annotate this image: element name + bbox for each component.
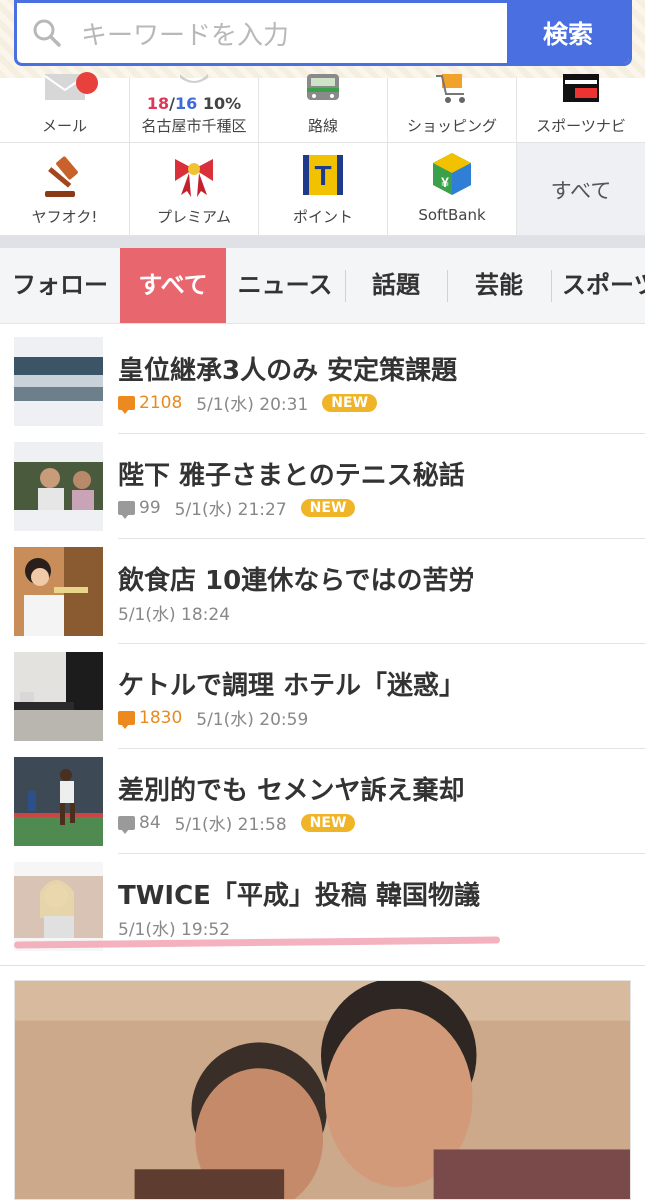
service-premium[interactable]: プレミアム bbox=[130, 143, 259, 236]
mail-badge bbox=[76, 72, 98, 94]
news-meta: 1830 5/1(水) 20:59 bbox=[118, 705, 322, 730]
comment-number: 84 bbox=[139, 812, 161, 833]
new-badge: NEW bbox=[300, 498, 356, 517]
service-label: SoftBank bbox=[418, 206, 486, 224]
service-all-label: すべて bbox=[550, 179, 612, 203]
premium-ribbon-icon bbox=[175, 159, 213, 197]
auction-gavel-icon bbox=[44, 156, 78, 197]
service-grid: メール 18/16 10% 名古屋市千種区 路線 ショッピング スポーツナビ ヤ… bbox=[0, 72, 645, 236]
news-thumbnail bbox=[14, 652, 103, 741]
service-route[interactable]: 路線 bbox=[259, 74, 388, 143]
service-label: 名古屋市千種区 bbox=[141, 117, 247, 135]
service-label: 路線 bbox=[307, 117, 338, 135]
comment-number: 99 bbox=[139, 497, 161, 518]
comment-count: 99 bbox=[118, 497, 161, 519]
news-item[interactable]: 陛下 雅子さまとのテニス秘話 99 5/1(水) 21:27 NEW bbox=[0, 429, 645, 539]
sportsnavi-logo bbox=[563, 74, 599, 102]
news-thumbnail bbox=[14, 337, 103, 426]
featured-photo[interactable] bbox=[14, 980, 631, 1200]
news-date: 5/1(水) 20:31 bbox=[196, 395, 309, 415]
comment-number: 1830 bbox=[139, 707, 183, 728]
news-title[interactable]: 差別的でも セメンヤ訴え棄却 bbox=[118, 770, 465, 807]
service-mail[interactable]: メール bbox=[0, 72, 130, 143]
news-item[interactable]: ケトルで調理 ホテル「迷惑」 1830 5/1(水) 20:59 bbox=[0, 639, 645, 749]
news-date: 5/1(水) 21:58 bbox=[174, 815, 287, 835]
comment-icon bbox=[118, 710, 135, 729]
news-meta: 2108 5/1(水) 20:31 NEW bbox=[118, 390, 378, 415]
comment-number: 2108 bbox=[139, 392, 183, 413]
search-button[interactable]: 検索 bbox=[507, 3, 629, 63]
news-date: 5/1(水) 19:52 bbox=[118, 920, 231, 940]
service-label: スポーツナビ bbox=[536, 117, 626, 135]
service-auction[interactable]: ヤフオク! bbox=[0, 143, 130, 236]
service-all[interactable]: すべて bbox=[517, 143, 645, 236]
search-input[interactable]: キーワードを入力 bbox=[81, 15, 289, 52]
news-title[interactable]: 皇位継承3人のみ 安定策課題 bbox=[118, 350, 457, 387]
service-label: プレミアム bbox=[157, 208, 231, 226]
news-meta: 99 5/1(水) 21:27 NEW bbox=[118, 495, 356, 520]
train-icon bbox=[307, 74, 339, 100]
news-thumbnail bbox=[14, 442, 103, 531]
cloud-icon bbox=[180, 74, 208, 83]
tab-follow[interactable]: フォロー bbox=[0, 248, 120, 323]
news-item[interactable]: 皇位継承3人のみ 安定策課題 2108 5/1(水) 20:31 NEW bbox=[0, 324, 645, 434]
tpoint-letter: T bbox=[314, 160, 331, 191]
service-point[interactable]: T ポイント bbox=[259, 143, 388, 236]
tab-all[interactable]: すべて bbox=[120, 248, 226, 323]
comment-count: 1830 bbox=[118, 707, 183, 729]
tab-topics[interactable]: 話題 bbox=[346, 248, 446, 323]
news-thumbnail bbox=[14, 547, 103, 636]
search-box[interactable]: キーワードを入力 検索 bbox=[14, 0, 632, 66]
news-item[interactable]: 差別的でも セメンヤ訴え棄却 84 5/1(水) 21:58 NEW bbox=[0, 744, 645, 854]
news-date: 5/1(水) 20:59 bbox=[196, 710, 309, 730]
weather-temps: 18/16 10% bbox=[130, 94, 258, 113]
temp-low: 16 bbox=[174, 94, 198, 113]
news-title[interactable]: TWICE「平成」投稿 韓国物議 bbox=[118, 875, 480, 912]
news-meta: 5/1(水) 19:52 bbox=[118, 915, 244, 940]
service-label: ポイント bbox=[292, 208, 353, 226]
softbank-icon: ¥ bbox=[433, 153, 471, 195]
tpoint-icon: T bbox=[303, 155, 343, 195]
news-thumbnail bbox=[14, 862, 103, 951]
search-area: キーワードを入力 検索 bbox=[0, 0, 645, 78]
new-badge: NEW bbox=[300, 813, 356, 832]
news-meta: 5/1(水) 18:24 bbox=[118, 600, 244, 625]
news-title[interactable]: ケトルで調理 ホテル「迷惑」 bbox=[118, 665, 465, 702]
tab-news[interactable]: ニュース bbox=[226, 248, 344, 323]
news-item[interactable]: 飲食店 10連休ならではの苦労 5/1(水) 18:24 bbox=[0, 534, 645, 644]
comment-count: 84 bbox=[118, 812, 161, 834]
softbank-yen: ¥ bbox=[441, 174, 449, 190]
tab-entertainment[interactable]: 芸能 bbox=[448, 248, 550, 323]
service-label: ヤフオク! bbox=[31, 208, 98, 226]
section-divider bbox=[0, 236, 645, 248]
new-badge: NEW bbox=[322, 393, 378, 412]
search-icon bbox=[33, 19, 61, 47]
comment-icon bbox=[118, 815, 135, 834]
service-label: メール bbox=[41, 117, 87, 135]
comment-icon bbox=[118, 500, 135, 519]
service-label: ショッピング bbox=[406, 117, 497, 135]
divider bbox=[0, 965, 645, 966]
comment-icon bbox=[118, 395, 135, 414]
news-meta: 84 5/1(水) 21:58 NEW bbox=[118, 810, 356, 835]
category-tabs: フォロー すべて ニュース 話題 芸能 スポーツ bbox=[0, 248, 645, 324]
comment-count: 2108 bbox=[118, 392, 183, 414]
news-thumbnail bbox=[14, 757, 103, 846]
shopping-cart-icon bbox=[436, 74, 465, 103]
news-title[interactable]: 陛下 雅子さまとのテニス秘話 bbox=[118, 455, 465, 492]
tab-sports[interactable]: スポーツ bbox=[552, 248, 645, 323]
service-weather[interactable]: 18/16 10% 名古屋市千種区 bbox=[130, 74, 259, 143]
service-sportsnavi[interactable]: スポーツナビ bbox=[517, 74, 645, 143]
temp-high: 18 bbox=[146, 94, 170, 113]
service-softbank[interactable]: ¥ SoftBank bbox=[388, 143, 517, 236]
news-date: 5/1(水) 18:24 bbox=[118, 605, 231, 625]
precipitation: 10% bbox=[202, 94, 242, 113]
news-title[interactable]: 飲食店 10連休ならではの苦労 bbox=[118, 560, 474, 597]
news-date: 5/1(水) 21:27 bbox=[174, 500, 287, 520]
service-shopping[interactable]: ショッピング bbox=[388, 74, 517, 143]
